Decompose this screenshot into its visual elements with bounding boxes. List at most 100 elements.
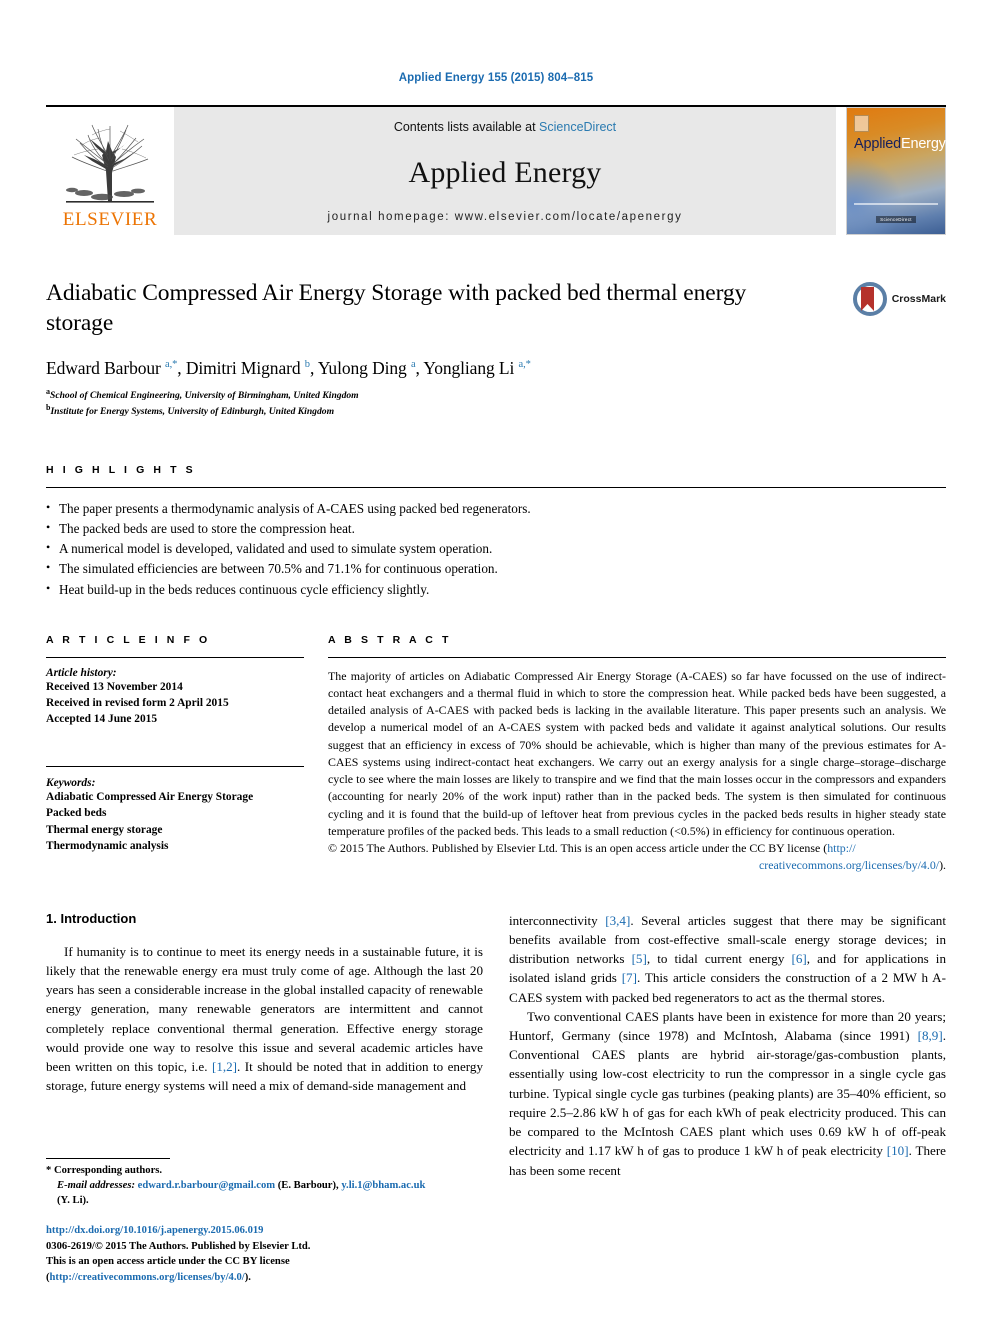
citation-link[interactable]: [8,9] [918,1028,943,1043]
history-accepted: Accepted 14 June 2015 [46,712,158,725]
list-item: The paper presents a thermodynamic analy… [46,498,946,519]
email-owner-2: (Y. Li). [57,1194,89,1206]
section-heading-introduction: 1. Introduction [46,910,137,926]
elsevier-wordmark: ELSEVIER [62,209,158,230]
contents-prefix: Contents lists available at [393,120,540,134]
copyright-suffix: ). [939,858,946,873]
list-item: The simulated efficiencies are between 7… [46,558,946,579]
affiliation-list: aSchool of Chemical Engineering, Univers… [46,386,946,420]
email-label: E-mail addresses: [57,1179,135,1191]
article-info-label: A R T I C L E I N F O [46,633,211,646]
journal-title: Applied Energy [408,155,602,189]
issn-copyright-line: 0306-2619/© 2015 The Authors. Published … [46,1240,311,1252]
copyright-text: © 2015 The Authors. Published by Elsevie… [328,841,828,856]
citation-link[interactable]: [7] [622,970,637,985]
paragraph-text: interconnectivity [509,912,606,928]
highlights-section: H I G H L I G H T S The paper presents a… [46,464,946,599]
list-item: Heat build-up in the beds reduces contin… [46,579,946,600]
author-list: Edward Barbour a,*, Dimitri Mignard b, Y… [46,357,531,378]
paragraph-text: . Conventional CAES plants are hybrid ai… [509,1028,946,1159]
history-received: Received 13 November 2014 [46,680,183,693]
abstract-copyright: © 2015 The Authors. Published by Elsevie… [328,840,946,875]
paragraph-text: If humanity is to continue to meet its e… [46,943,483,1074]
author-affil-marker: a,* [165,358,178,370]
elsevier-tree-icon [66,124,154,203]
body-columns: 1. Introduction If humanity is to contin… [46,911,946,1180]
paragraph: interconnectivity [3,4]. Several article… [509,911,946,1007]
keyword: Packed beds [46,807,107,820]
cover-title-energy: Energy [900,136,946,152]
keyword: Thermodynamic analysis [46,839,169,852]
affiliation-b: bInstitute for Energy Systems, Universit… [46,402,946,419]
highlights-rule [46,487,946,489]
article-history-lines: Received 13 November 2014 Received in re… [46,679,304,728]
cover-sciencedirect-badge: ScienceDirect [876,216,916,223]
journal-masthead: ELSEVIER Contents lists available at Sci… [46,105,946,235]
author-affil-marker: a,* [518,358,531,370]
paragraph: Two conventional CAES plants have been i… [509,1007,946,1180]
info-abstract-region: A R T I C L E I N F O Article history: R… [46,634,946,875]
footnote-area: * Corresponding authors. E-mail addresse… [46,1158,460,1285]
sciencedirect-link[interactable]: ScienceDirect [539,120,616,134]
cover-title-applied: Applied [854,136,901,152]
history-revised: Received in revised form 2 April 2015 [46,696,229,709]
highlights-list: The paper presents a thermodynamic analy… [46,498,946,600]
abstract-text: The majority of articles on Adiabatic Co… [328,668,946,838]
cover-publisher-logo-icon [854,115,869,132]
license-link-part1[interactable]: http:// [827,841,855,855]
citation-link[interactable]: [1,2] [212,1059,237,1074]
email-link-barbour[interactable]: edward.r.barbour@gmail.com [138,1180,275,1191]
page-title: Adiabatic Compressed Air Energy Storage … [46,280,747,336]
license-suffix: ). [244,1271,251,1283]
abstract-rule [328,656,946,658]
cover-footer: ScienceDirect [854,203,938,226]
keyword: Adiabatic Compressed Air Energy Storage [46,791,254,804]
corresponding-author-note: * Corresponding authors. [46,1165,163,1177]
crossmark-badge[interactable]: CrossMark [852,281,946,317]
journal-homepage[interactable]: journal homepage: www.elsevier.com/locat… [328,211,683,223]
email-addresses-note: E-mail addresses: edward.r.barbour@gmail… [46,1179,460,1209]
email-owner-1: (E. Barbour), [275,1179,342,1191]
citation-link[interactable]: [10] [887,1143,909,1158]
article-history-title: Article history: [46,666,117,679]
paragraph-text: Two conventional CAES plants have been i… [509,1008,946,1043]
journal-cover-thumbnail[interactable]: AppliedEnergy ScienceDirect [846,107,946,235]
masthead-center-panel: Contents lists available at ScienceDirec… [174,107,836,235]
footnote-rule [46,1158,170,1160]
body-column-left: 1. Introduction If humanity is to contin… [46,911,483,1180]
crossmark-icon [852,282,887,316]
license-link-part2[interactable]: creativecommons.org/licenses/by/4.0/). [328,857,946,874]
doi-link[interactable]: http://dx.doi.org/10.1016/j.apenergy.201… [46,1223,460,1238]
citation-link[interactable]: [3,4] [605,913,630,928]
crossmark-label: CrossMark [891,293,946,305]
article-info-column: A R T I C L E I N F O Article history: R… [46,634,304,875]
author-affil-marker: b [304,358,310,370]
contents-available-line: Contents lists available at ScienceDirec… [394,120,616,134]
article-info-rule [46,656,304,658]
paper-page: Applied Energy 155 (2015) 804–815 ELSEVI… [0,0,992,1323]
keywords-block: Keywords: Adiabatic Compressed Air Energ… [46,766,304,854]
abstract-column: A B S T R A C T The majority of articles… [328,634,946,875]
email-link-li[interactable]: y.li.1@bham.ac.uk [341,1180,425,1191]
citation-link[interactable]: [6] [791,951,806,966]
highlights-label: H I G H L I G H T S [46,464,196,477]
list-item: A numerical model is developed, validate… [46,538,946,559]
paragraph: If humanity is to continue to meet its e… [46,942,483,1096]
body-column-right: interconnectivity [3,4]. Several article… [509,911,946,1180]
keywords-title: Keywords: [46,777,96,790]
keywords-list: Adiabatic Compressed Air Energy Storage … [46,789,304,854]
license-line: This is an open access article under the… [46,1254,460,1285]
paragraph-text: , to tidal current energy [646,951,792,967]
keyword: Thermal energy storage [46,823,163,836]
affiliation-a: aSchool of Chemical Engineering, Univers… [46,386,946,403]
abstract-label: A B S T R A C T [328,633,452,646]
article-history-block: Article history: Received 13 November 20… [46,667,304,728]
elsevier-logo: ELSEVIER [46,107,174,235]
affiliation-text: Institute for Energy Systems, University… [50,406,335,418]
footer-block: http://dx.doi.org/10.1016/j.apenergy.201… [46,1223,460,1285]
list-item: The packed beds are used to store the co… [46,518,946,539]
footer-license-link[interactable]: http://creativecommons.org/licenses/by/4… [50,1272,245,1283]
citation-link[interactable]: [5] [632,951,647,966]
journal-reference: Applied Energy 155 (2015) 804–815 [398,72,594,84]
